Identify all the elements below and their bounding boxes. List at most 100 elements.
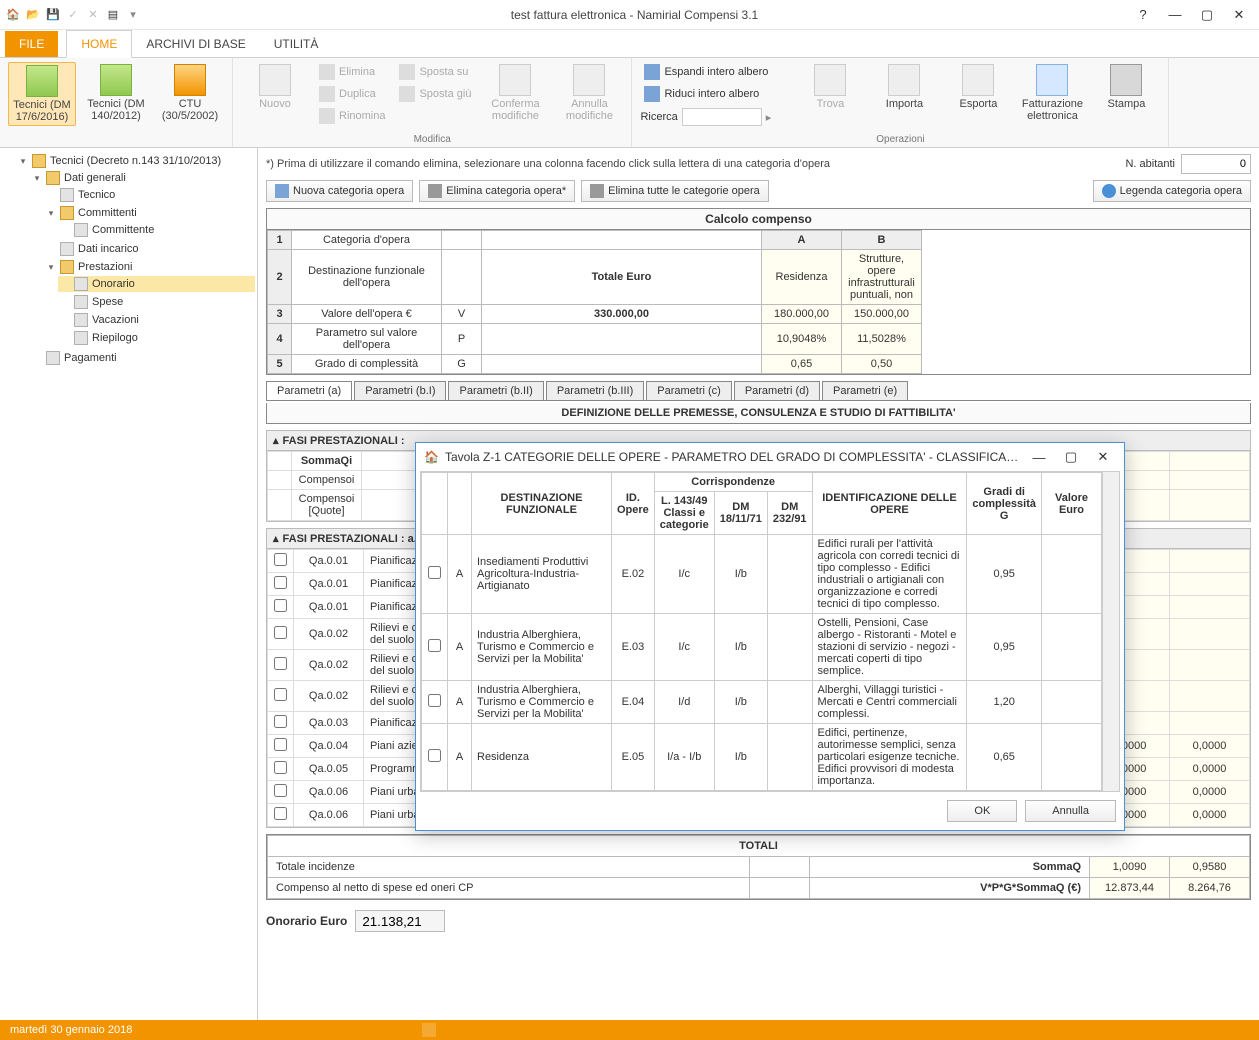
param-tab[interactable]: Parametri (d) (734, 381, 820, 400)
minimize-button[interactable]: — (1160, 5, 1190, 25)
new-icon (259, 64, 291, 96)
book-icon (174, 64, 206, 96)
printer-icon (1110, 64, 1142, 96)
check-icon[interactable]: ✓ (65, 7, 81, 23)
tree-tecnico[interactable]: Tecnico (44, 186, 255, 204)
row-checkbox[interactable] (274, 761, 287, 774)
sposta-su-button[interactable]: Sposta su (395, 62, 475, 82)
param-tab[interactable]: Parametri (b.III) (546, 381, 644, 400)
dialog-minimize[interactable]: — (1026, 450, 1052, 465)
row-checkbox[interactable] (274, 738, 287, 751)
tree-dati-incarico[interactable]: Dati incarico (44, 240, 255, 258)
legenda-button[interactable]: Legenda categoria opera (1093, 180, 1251, 202)
status-save-icon[interactable] (422, 1023, 436, 1037)
modal-row-checkbox[interactable] (428, 694, 441, 707)
row-checkbox[interactable] (274, 599, 287, 612)
money-icon (46, 351, 60, 365)
search-go-icon[interactable]: ▸ (766, 111, 772, 124)
row-checkbox[interactable] (274, 626, 287, 639)
stampa-button[interactable]: Stampa (1092, 62, 1160, 112)
tavola-grid[interactable]: DESTINAZIONE FUNZIONALEID. OpereCorrispo… (421, 472, 1102, 791)
scrollbar[interactable] (1102, 472, 1119, 791)
abitanti-label: N. abitanti (1125, 158, 1175, 170)
dialog-app-icon: 🏠 (424, 450, 439, 464)
abitanti-input[interactable] (1181, 154, 1251, 174)
conferma-button[interactable]: Conferma modifiche (481, 62, 549, 124)
help-button[interactable]: ? (1128, 5, 1158, 25)
maximize-button[interactable]: ▢ (1192, 5, 1222, 25)
tab-home[interactable]: HOME (66, 30, 132, 58)
tecnici-2016-button[interactable]: Tecnici (DM 17/6/2016) (8, 62, 76, 126)
tree-vacazioni[interactable]: Vacazioni (58, 311, 255, 329)
row-checkbox[interactable] (274, 657, 287, 670)
row-checkbox[interactable] (274, 715, 287, 728)
param-tab[interactable]: Parametri (a) (266, 381, 352, 400)
delete-icon (319, 64, 335, 80)
trash-icon (428, 184, 442, 198)
dialog-ok-button[interactable]: OK (947, 800, 1017, 822)
nuova-categoria-button[interactable]: Nuova categoria opera (266, 180, 413, 202)
row-checkbox[interactable] (274, 688, 287, 701)
param-tab[interactable]: Parametri (b.I) (354, 381, 446, 400)
rename-icon (319, 108, 335, 124)
tab-file[interactable]: FILE (5, 31, 58, 57)
nuovo-button[interactable]: Nuovo (241, 62, 309, 112)
param-tab[interactable]: Parametri (c) (646, 381, 732, 400)
save-icon[interactable]: 💾 (45, 7, 61, 23)
modal-row-checkbox[interactable] (428, 639, 441, 652)
info-icon (1102, 184, 1116, 198)
ricerca-label: Ricerca (640, 111, 677, 123)
duplica-button[interactable]: Duplica (315, 84, 389, 104)
tab-archivi[interactable]: ARCHIVI DI BASE (132, 31, 259, 57)
tree-onorario[interactable]: Onorario (58, 275, 255, 293)
check-icon (499, 64, 531, 96)
dialog-close[interactable]: ✕ (1090, 449, 1116, 465)
copy-icon[interactable]: ▤ (105, 7, 121, 23)
row-checkbox[interactable] (274, 807, 287, 820)
qat-dropdown-icon[interactable]: ▾ (125, 7, 141, 23)
home-icon[interactable]: 🏠 (5, 7, 21, 23)
tree-pagamenti[interactable]: Pagamenti (30, 349, 255, 367)
importa-button[interactable]: Importa (870, 62, 938, 112)
ricerca-input[interactable] (682, 108, 762, 126)
dialog-maximize[interactable]: ▢ (1058, 449, 1084, 465)
param-tab[interactable]: Parametri (e) (822, 381, 908, 400)
close-button[interactable]: ✕ (1224, 5, 1254, 25)
nav-tree[interactable]: ▾Tecnici (Decreto n.143 31/10/2013) ▾Dat… (0, 148, 258, 1020)
trash-all-icon (590, 184, 604, 198)
modal-row-checkbox[interactable] (428, 749, 441, 762)
invoice-icon (1036, 64, 1068, 96)
trova-button[interactable]: Trova (796, 62, 864, 112)
hint-text: *) Prima di utilizzare il comando elimin… (266, 158, 830, 170)
riduci-button[interactable]: Riduci intero albero (640, 84, 790, 104)
elimina-button[interactable]: Elimina (315, 62, 389, 82)
fatturazione-button[interactable]: Fatturazione elettronica (1018, 62, 1086, 124)
ctu-button[interactable]: CTU (30/5/2002) (156, 62, 224, 124)
tecnici-2012-button[interactable]: Tecnici (DM 140/2012) (82, 62, 150, 124)
calc-title: Calcolo compenso (267, 209, 1250, 230)
param-tab[interactable]: Parametri (b.II) (448, 381, 543, 400)
expand-tree-icon (644, 64, 660, 80)
x-icon (573, 64, 605, 96)
rinomina-button[interactable]: Rinomina (315, 106, 389, 126)
elimina-tutte-button[interactable]: Elimina tutte le categorie opera (581, 180, 769, 202)
tree-riepilogo[interactable]: Riepilogo (58, 329, 255, 347)
modal-row-checkbox[interactable] (428, 566, 441, 579)
row-checkbox[interactable] (274, 576, 287, 589)
espandi-button[interactable]: Espandi intero albero (640, 62, 790, 82)
esporta-button[interactable]: Esporta (944, 62, 1012, 112)
collapse-icon: ▴ (273, 434, 279, 447)
open-icon[interactable]: 📂 (25, 7, 41, 23)
plus-icon (275, 184, 289, 198)
tree-spese[interactable]: Spese (58, 293, 255, 311)
annulla-button[interactable]: Annulla modifiche (555, 62, 623, 124)
elimina-categoria-button[interactable]: Elimina categoria opera* (419, 180, 575, 202)
tree-committente[interactable]: Committente (58, 221, 255, 239)
sposta-giu-button[interactable]: Sposta giù (395, 84, 475, 104)
tab-utilita[interactable]: UTILITÀ (260, 31, 333, 57)
row-checkbox[interactable] (274, 784, 287, 797)
dialog-cancel-button[interactable]: Annulla (1025, 800, 1116, 822)
person-icon (60, 188, 74, 202)
row-checkbox[interactable] (274, 553, 287, 566)
cancel-icon[interactable]: ✕ (85, 7, 101, 23)
